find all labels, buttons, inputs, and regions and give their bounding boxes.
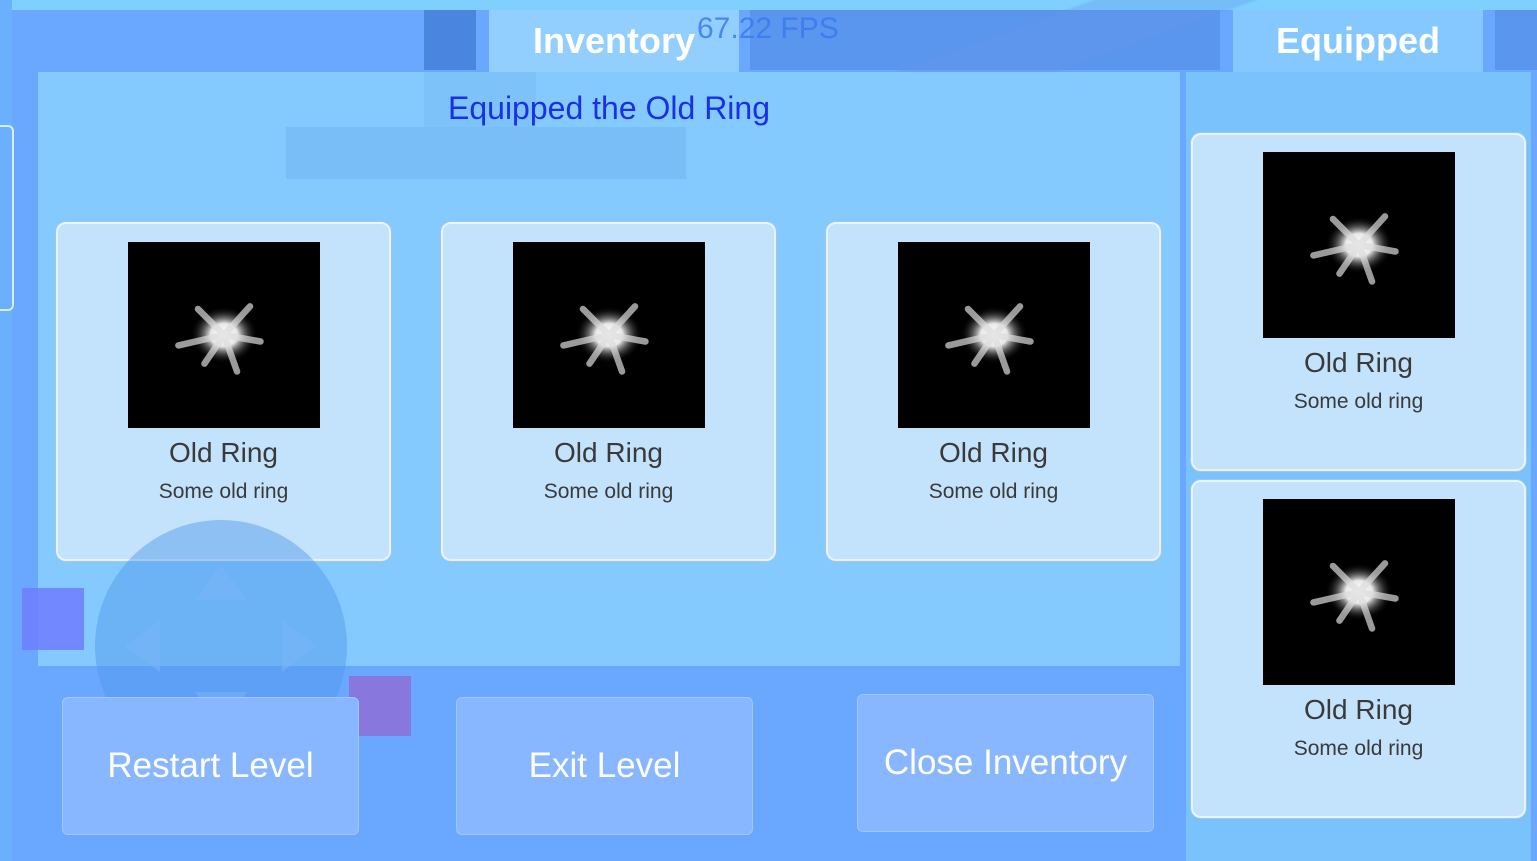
item-name: Old Ring: [169, 437, 278, 468]
status-message: Equipped the Old Ring: [448, 90, 770, 126]
item-description: Some old ring: [543, 480, 674, 503]
inventory-item-card[interactable]: Old Ring Some old ring: [826, 222, 1161, 561]
exit-level-button[interactable]: Exit Level: [456, 697, 753, 835]
item-name: Old Ring: [554, 437, 663, 468]
ring-glow-icon: [1263, 499, 1455, 685]
ring-glow-icon: [128, 242, 320, 428]
background-block: [286, 127, 686, 179]
item-description: Some old ring: [928, 480, 1059, 503]
restart-level-button[interactable]: Restart Level: [62, 697, 359, 835]
ring-glow-icon: [1263, 152, 1455, 338]
background-block: [424, 10, 476, 70]
ring-glow-icon: [513, 242, 705, 428]
inventory-item-card[interactable]: Old Ring Some old ring: [441, 222, 776, 561]
item-name: Old Ring: [1304, 347, 1413, 378]
inventory-item-card[interactable]: Old Ring Some old ring: [56, 222, 391, 561]
item-description: Some old ring: [1293, 737, 1424, 760]
close-inventory-button[interactable]: Close Inventory: [857, 694, 1154, 832]
item-description: Some old ring: [1293, 390, 1424, 413]
background-block: [1495, 10, 1537, 70]
item-description: Some old ring: [158, 480, 289, 503]
ring-glow-icon: [898, 242, 1090, 428]
item-name: Old Ring: [1304, 694, 1413, 725]
side-drawer-handle[interactable]: [0, 125, 14, 311]
fps-counter: 67.22 FPS: [697, 12, 839, 45]
item-name: Old Ring: [939, 437, 1048, 468]
equipped-item-card[interactable]: Old Ring Some old ring: [1191, 133, 1526, 471]
tab-equipped[interactable]: Equipped: [1233, 10, 1483, 72]
equipped-item-card[interactable]: Old Ring Some old ring: [1191, 480, 1526, 818]
touch-pixel: [22, 588, 84, 650]
